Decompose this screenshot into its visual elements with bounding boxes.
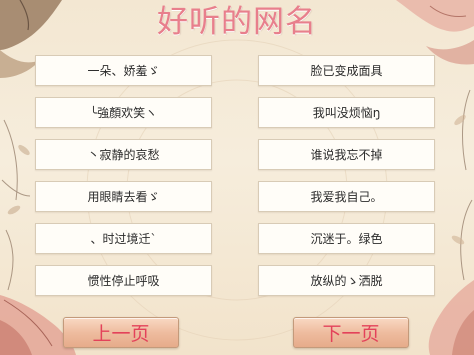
name-item[interactable]: 一朵、娇羞ゞ [35,55,212,86]
branch-right [460,89,473,281]
name-item[interactable]: 丶寂静的哀愁 [35,139,212,170]
page-title: 好听的网名 [157,4,317,40]
name-item[interactable]: 沉迷于。绿色 [258,223,435,254]
name-item[interactable]: ╰強顏欢笑ヽ [35,97,212,128]
name-item[interactable]: 放纵的ゝ洒脱 [258,265,435,296]
prev-page-button[interactable]: 上一页 [63,317,179,348]
branch-left [1,119,31,291]
name-item[interactable]: 我叫没烦恼ŋ [258,97,435,128]
next-page-button[interactable]: 下一页 [293,317,409,348]
name-item[interactable]: 惯性停止呼吸 [35,265,212,296]
floral-background [0,0,474,355]
name-item[interactable]: 用眼睛去看ゞ [35,181,212,212]
flower-bottom-right [428,280,474,355]
name-item[interactable]: 脸已变成面具 [258,55,435,86]
name-item[interactable]: 谁说我忘不掉 [258,139,435,170]
leaf-left [7,144,30,215]
name-item[interactable]: 我爱我自己。 [258,181,435,212]
name-item[interactable]: 、时过境迁` [35,223,212,254]
leaf-right [451,114,466,245]
